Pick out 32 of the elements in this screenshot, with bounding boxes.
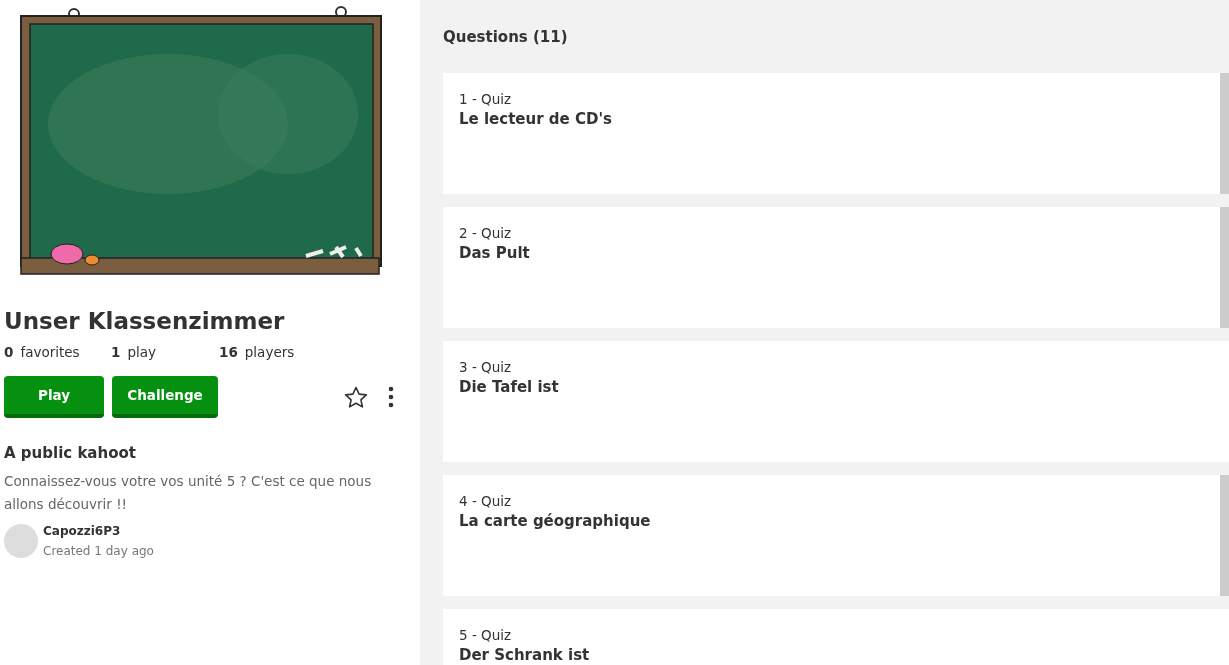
question-type: 3 - Quiz: [459, 359, 513, 375]
stat-count: 1: [111, 344, 121, 360]
stat-label: play: [127, 344, 156, 360]
questions-heading: Questions (11): [443, 28, 569, 46]
question-card[interactable]: 3 - Quiz Die Tafel ist: [443, 341, 1229, 462]
avatar-icon: [4, 524, 38, 558]
question-card[interactable]: 1 - Quiz Le lecteur de CD's: [443, 73, 1229, 194]
visibility-label: A public kahoot: [4, 444, 137, 462]
play-button[interactable]: Play: [4, 376, 104, 418]
question-title: Der Schrank ist: [459, 646, 590, 664]
question-type: 2 - Quiz: [459, 225, 513, 241]
question-title: Das Pult: [459, 244, 530, 262]
kahoot-title: Unser Klassenzimmer: [4, 308, 286, 334]
challenge-button[interactable]: Challenge: [112, 376, 218, 418]
question-type: 1 - Quiz: [459, 91, 513, 107]
author-name[interactable]: Capozzi6P3: [43, 524, 154, 538]
question-card[interactable]: 2 - Quiz Das Pult: [443, 207, 1229, 328]
more-options-icon[interactable]: [388, 386, 394, 408]
description-text: Connaissez-vous votre vos unité 5 ? C'est ce que nous allons découvrir !!: [4, 472, 373, 514]
stat-label: players: [244, 344, 295, 360]
stat-count: 0: [4, 344, 14, 360]
question-title: Die Tafel ist: [459, 378, 559, 396]
stat-count: 16: [219, 344, 238, 360]
question-card[interactable]: 5 - Quiz Der Schrank ist: [443, 609, 1229, 665]
question-type: 5 - Quiz: [459, 627, 513, 643]
question-card[interactable]: 4 - Quiz La carte géographique: [443, 475, 1229, 596]
question-title: La carte géographique: [459, 512, 651, 530]
question-title: Le lecteur de CD's: [459, 110, 612, 128]
question-type: 4 - Quiz: [459, 493, 513, 509]
stat-label: favorites: [20, 344, 80, 360]
created-date: Created 1 day ago: [43, 544, 154, 558]
star-icon[interactable]: [344, 385, 368, 409]
